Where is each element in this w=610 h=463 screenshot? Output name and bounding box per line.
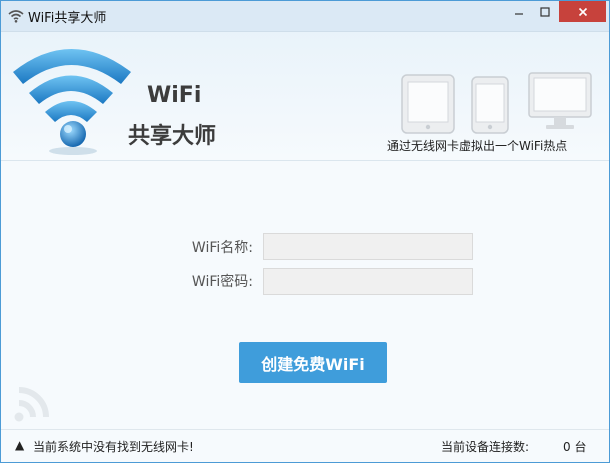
window-title: WiFi共享大师 bbox=[28, 11, 107, 26]
brand-title-name: 共享大师 bbox=[128, 124, 217, 149]
wifi-password-label: WiFi密码: bbox=[191, 274, 253, 290]
signal-icon bbox=[14, 387, 49, 422]
brand-title-wifi: WiFi bbox=[147, 83, 202, 108]
monitor-icon bbox=[528, 72, 592, 129]
connections-label: 当前设备连接数: bbox=[441, 440, 530, 454]
wifi-name-label: WiFi名称: bbox=[191, 240, 253, 256]
minimize-button[interactable] bbox=[506, 1, 532, 22]
connections-count: 0 台 bbox=[563, 440, 587, 454]
close-icon bbox=[578, 7, 587, 16]
status-bar: ▲ 当前系统中没有找到无线网卡! 当前设备连接数: 0 台 bbox=[1, 429, 609, 462]
maximize-icon bbox=[540, 6, 550, 17]
wifi-password-input[interactable] bbox=[263, 268, 473, 295]
header-banner: WiFi 共享大师 通过无线网卡虚拟出一个WiFi热点 bbox=[1, 32, 609, 161]
tablet-icon bbox=[401, 74, 455, 134]
phone-icon bbox=[471, 76, 509, 134]
wifi-logo-icon bbox=[13, 49, 131, 155]
warning-icon: ▲ bbox=[15, 438, 25, 452]
maximize-button[interactable] bbox=[532, 1, 558, 22]
status-message: 当前系统中没有找到无线网卡! bbox=[33, 440, 194, 454]
wifi-icon bbox=[8, 8, 24, 23]
minimize-icon bbox=[515, 12, 523, 15]
create-wifi-button[interactable]: 创建免费WiFi bbox=[239, 342, 387, 383]
wifi-name-input[interactable] bbox=[263, 233, 473, 260]
app-window: WiFi 共享大师 WiFi 共享大师 通过无线网卡虚拟出一个WiFi热点 WiF… bbox=[0, 0, 610, 463]
close-button[interactable] bbox=[559, 1, 606, 22]
tagline: 通过无线网卡虚拟出一个WiFi热点 bbox=[387, 139, 568, 153]
title-bar[interactable]: WiFi共享大师 bbox=[1, 1, 609, 32]
